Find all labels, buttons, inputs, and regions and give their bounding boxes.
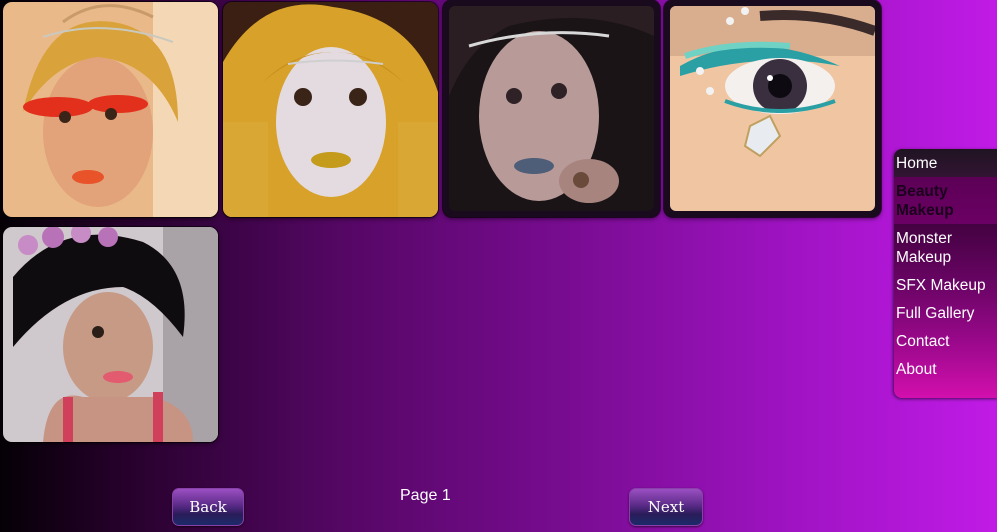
gallery-photo-5[interactable] (3, 227, 218, 442)
next-button[interactable]: Next (629, 488, 703, 526)
side-nav: Home Beauty Makeup Monster Makeup SFX Ma… (894, 149, 997, 398)
nav-item-sfx-makeup[interactable]: SFX Makeup (894, 271, 997, 299)
photo-image (670, 6, 875, 211)
gallery-photo-3[interactable] (443, 0, 660, 217)
nav-item-home[interactable]: Home (894, 149, 997, 177)
nav-item-full-gallery[interactable]: Full Gallery (894, 299, 997, 327)
photo-image (449, 6, 654, 211)
gallery-photo-2[interactable] (223, 2, 438, 217)
nav-item-contact[interactable]: Contact (894, 327, 997, 355)
gallery-photo-1[interactable] (3, 2, 218, 217)
photo-image (3, 2, 218, 217)
photo-image (3, 227, 218, 442)
gallery-photo-4[interactable] (664, 0, 881, 217)
nav-item-monster-makeup[interactable]: Monster Makeup (894, 224, 997, 271)
nav-item-about[interactable]: About (894, 355, 997, 383)
back-button[interactable]: Back (172, 488, 244, 526)
page-indicator: Page 1 (400, 487, 451, 504)
photo-image (223, 2, 438, 217)
nav-item-beauty-makeup[interactable]: Beauty Makeup (894, 177, 997, 224)
